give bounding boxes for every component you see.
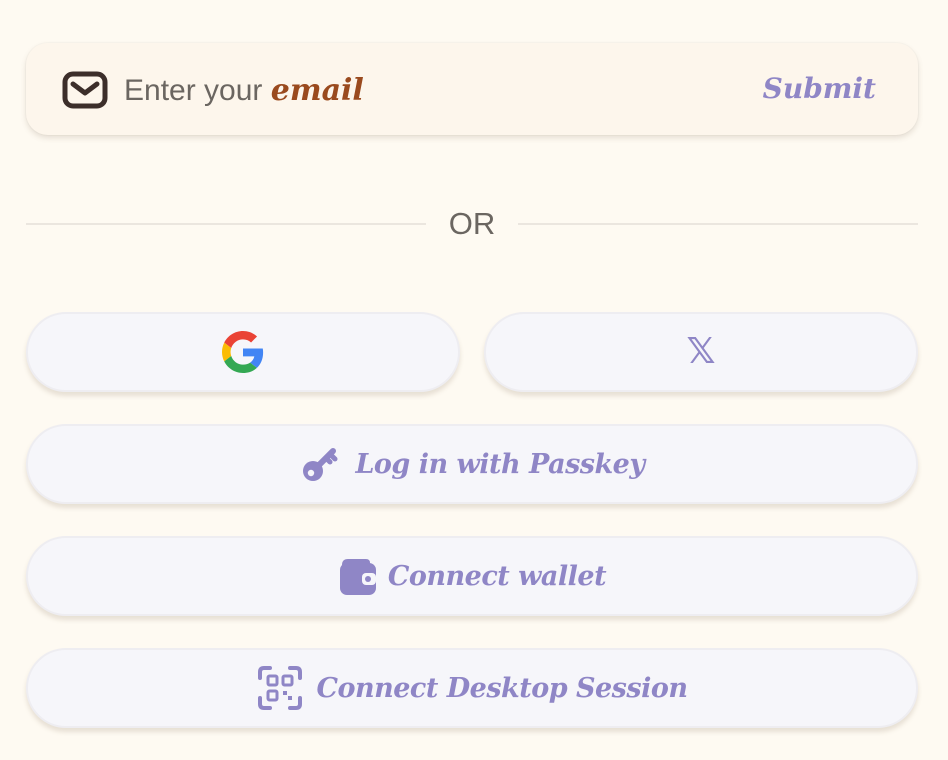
key-icon [299, 443, 341, 485]
submit-button[interactable]: Submit [763, 72, 876, 105]
or-divider-label: OR [448, 206, 496, 241]
email-placeholder-emphasis: email [270, 73, 364, 108]
qr-scan-icon [257, 665, 303, 711]
email-input[interactable]: Enter your email [124, 73, 364, 108]
divider-line-right [518, 223, 918, 225]
x-login-button[interactable]: 𝕏 [484, 312, 918, 392]
email-input-bar[interactable]: Enter your email Submit [26, 43, 918, 135]
connect-wallet-button[interactable]: Connect wallet [26, 536, 918, 616]
wallet-button-label: Connect wallet [387, 560, 607, 592]
passkey-login-button[interactable]: Log in with Passkey [26, 424, 918, 504]
connect-desktop-session-button[interactable]: Connect Desktop Session [26, 648, 918, 728]
desktop-session-button-label: Connect Desktop Session [316, 672, 688, 704]
google-login-button[interactable] [26, 312, 460, 392]
mail-icon [62, 71, 108, 109]
email-placeholder-prefix: Enter your [124, 74, 271, 107]
wallet-icon [338, 555, 378, 597]
x-icon: 𝕏 [686, 331, 716, 372]
passkey-button-label: Log in with Passkey [355, 448, 645, 480]
divider-line-left [26, 223, 426, 225]
google-icon [222, 331, 264, 373]
